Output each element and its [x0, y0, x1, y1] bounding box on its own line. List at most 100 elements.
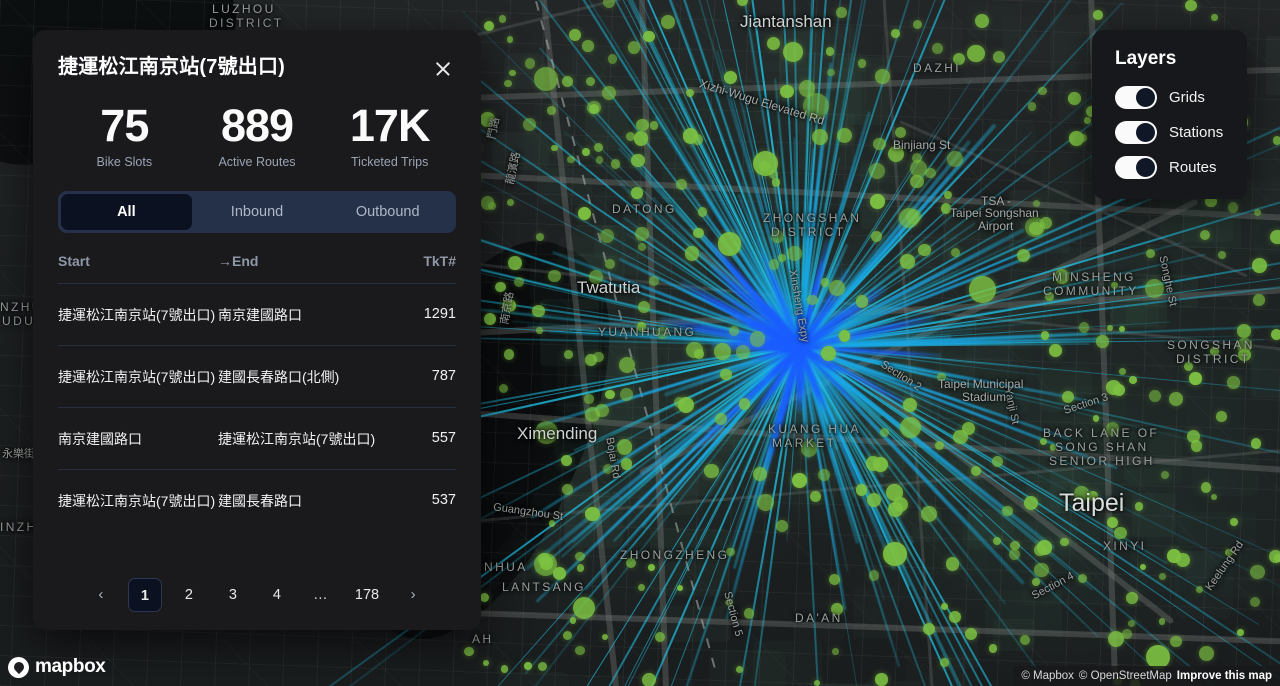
- table-row[interactable]: 南京建國路口 捷運松江南京站(7號出口) 557: [58, 407, 456, 469]
- map-station-dot[interactable]: [899, 208, 919, 228]
- map-station-dot[interactable]: [693, 228, 703, 238]
- map-station-dot[interactable]: [570, 617, 576, 623]
- map-station-dot[interactable]: [1227, 376, 1239, 388]
- map-station-dot[interactable]: [772, 178, 780, 186]
- map-station-dot[interactable]: [839, 330, 850, 341]
- map-station-dot[interactable]: [600, 229, 614, 243]
- map-station-dot[interactable]: [873, 457, 888, 472]
- map-station-dot[interactable]: [810, 491, 821, 502]
- map-station-dot[interactable]: [1210, 347, 1219, 356]
- map-station-dot[interactable]: [501, 665, 508, 672]
- map-station-dot[interactable]: [856, 484, 868, 496]
- column-header-start[interactable]: Start: [58, 253, 218, 269]
- map-station-dot[interactable]: [575, 552, 585, 562]
- map-station-dot[interactable]: [1128, 620, 1135, 627]
- map-station-dot[interactable]: [643, 31, 654, 42]
- map-station-dot[interactable]: [1211, 14, 1217, 20]
- map-station-dot[interactable]: [1010, 541, 1020, 551]
- map-station-dot[interactable]: [821, 346, 836, 361]
- map-station-dot[interactable]: [1273, 136, 1280, 144]
- map-station-dot[interactable]: [1185, 0, 1197, 11]
- map-station-dot[interactable]: [1107, 325, 1113, 331]
- map-station-dot[interactable]: [634, 131, 649, 146]
- map-station-dot[interactable]: [631, 187, 642, 198]
- map-station-dot[interactable]: [1114, 527, 1126, 539]
- map-station-dot[interactable]: [783, 42, 803, 62]
- map-station-dot[interactable]: [637, 322, 647, 332]
- map-station-dot[interactable]: [504, 80, 511, 87]
- map-station-dot[interactable]: [547, 106, 556, 115]
- map-station-dot[interactable]: [1270, 230, 1280, 245]
- map-station-dot[interactable]: [718, 232, 742, 256]
- map-station-dot[interactable]: [594, 143, 603, 152]
- table-row[interactable]: 捷運松江南京站(7號出口) 建國長春路口(北側) 787: [58, 345, 456, 407]
- mapbox-logo[interactable]: mapbox: [8, 656, 105, 678]
- map-station-dot[interactable]: [499, 15, 506, 22]
- map-station-dot[interactable]: [535, 421, 558, 444]
- map-station-dot[interactable]: [575, 646, 585, 656]
- map-station-dot[interactable]: [650, 121, 659, 130]
- map-station-dot[interactable]: [1149, 390, 1161, 402]
- map-station-dot[interactable]: [1041, 331, 1050, 340]
- map-station-dot[interactable]: [1045, 292, 1054, 301]
- map-station-dot[interactable]: [686, 342, 703, 359]
- map-station-dot[interactable]: [1269, 550, 1280, 562]
- map-station-dot[interactable]: [910, 160, 927, 177]
- map-station-dot[interactable]: [883, 542, 907, 566]
- map-station-dot[interactable]: [724, 71, 737, 84]
- map-station-dot[interactable]: [725, 599, 732, 606]
- map-station-dot[interactable]: [648, 564, 655, 571]
- map-station-dot[interactable]: [631, 154, 645, 168]
- map-station-dot[interactable]: [536, 327, 542, 333]
- map-station-dot[interactable]: [832, 648, 838, 654]
- map-station-dot[interactable]: [869, 570, 880, 581]
- map-station-dot[interactable]: [495, 282, 506, 293]
- map-station-dot[interactable]: [951, 248, 960, 257]
- page-button-1[interactable]: 1: [128, 578, 162, 612]
- map-station-dot[interactable]: [595, 404, 608, 417]
- page-button-2[interactable]: 2: [172, 578, 206, 612]
- map-station-dot[interactable]: [636, 119, 649, 132]
- map-station-dot[interactable]: [686, 89, 694, 97]
- map-station-dot[interactable]: [508, 256, 522, 270]
- map-station-dot[interactable]: [1216, 411, 1226, 421]
- map-station-dot[interactable]: [836, 7, 846, 17]
- chevron-right-icon[interactable]: ›: [396, 578, 430, 612]
- map-station-dot[interactable]: [656, 327, 668, 339]
- map-station-dot[interactable]: [534, 67, 558, 91]
- map-station-dot[interactable]: [714, 343, 731, 360]
- map-station-dot[interactable]: [561, 455, 572, 466]
- map-station-dot[interactable]: [937, 373, 945, 381]
- page-button-4[interactable]: 4: [260, 578, 294, 612]
- map-station-dot[interactable]: [628, 41, 640, 53]
- map-station-dot[interactable]: [1037, 540, 1052, 555]
- tab-outbound[interactable]: Outbound: [322, 194, 453, 230]
- map-station-dot[interactable]: [1189, 372, 1201, 384]
- map-station-dot[interactable]: [1028, 102, 1037, 111]
- map-station-dot[interactable]: [1237, 629, 1243, 635]
- map-station-dot[interactable]: [1050, 444, 1056, 450]
- map-station-dot[interactable]: [1017, 249, 1030, 262]
- map-station-dot[interactable]: [1250, 565, 1265, 580]
- map-station-dot[interactable]: [1225, 549, 1232, 556]
- map-station-dot[interactable]: [750, 331, 766, 347]
- map-station-dot[interactable]: [1211, 494, 1217, 500]
- map-station-dot[interactable]: [799, 80, 815, 96]
- map-station-dot[interactable]: [563, 631, 572, 640]
- map-station-dot[interactable]: [621, 458, 632, 469]
- map-station-dot[interactable]: [1024, 496, 1038, 510]
- map-station-dot[interactable]: [831, 603, 843, 615]
- map-station-dot[interactable]: [856, 295, 868, 307]
- map-station-dot[interactable]: [525, 58, 536, 69]
- map-station-dot[interactable]: [1078, 574, 1087, 583]
- map-station-dot[interactable]: [509, 70, 516, 77]
- map-station-dot[interactable]: [578, 207, 591, 220]
- map-station-dot[interactable]: [553, 567, 566, 580]
- map-station-dot[interactable]: [584, 394, 593, 403]
- map-station-dot[interactable]: [532, 305, 544, 317]
- tab-inbound[interactable]: Inbound: [192, 194, 323, 230]
- map-station-dot[interactable]: [1199, 646, 1214, 661]
- map-station-dot[interactable]: [502, 299, 516, 313]
- map-station-dot[interactable]: [935, 441, 944, 450]
- map-station-dot[interactable]: [769, 259, 779, 269]
